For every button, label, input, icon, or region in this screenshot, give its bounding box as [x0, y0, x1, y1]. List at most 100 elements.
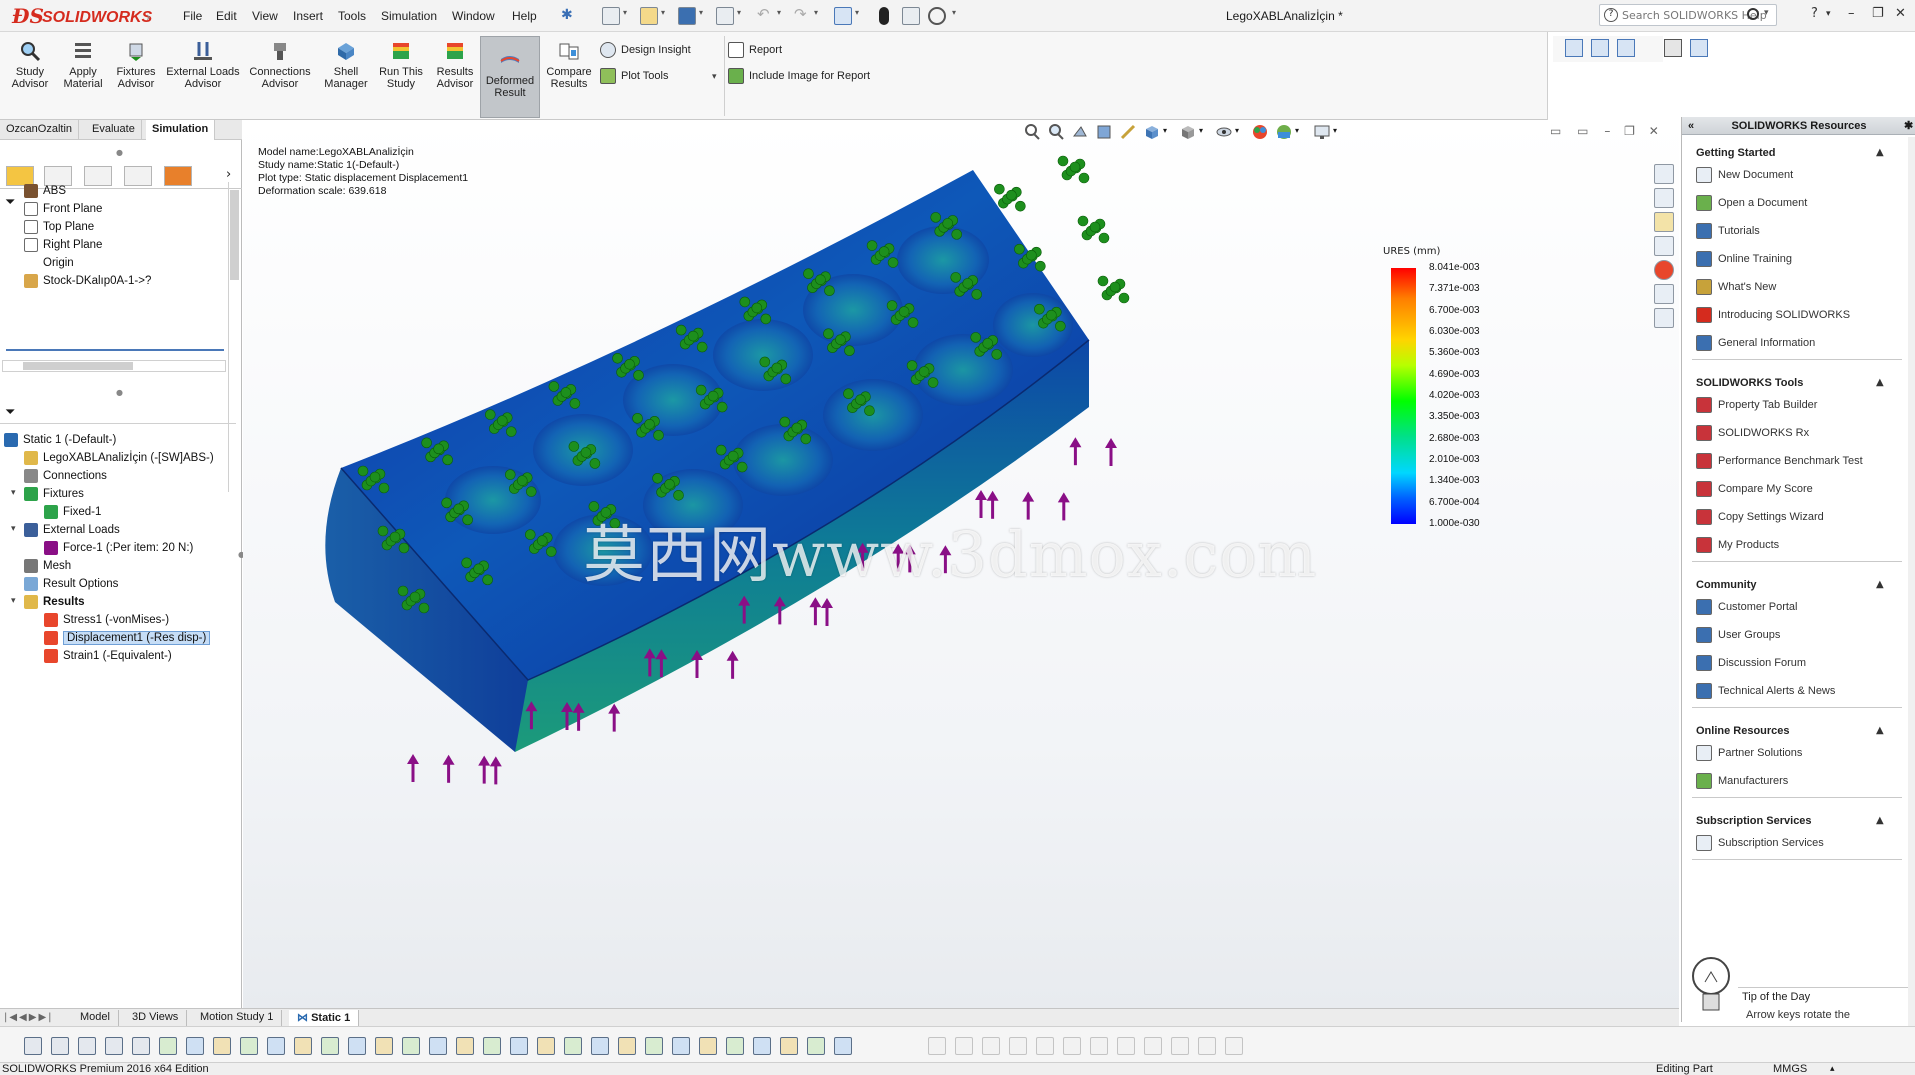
circle-icon[interactable]	[928, 1037, 946, 1055]
study-tree-item[interactable]: Connections	[24, 469, 107, 487]
select-arrow-icon[interactable]	[834, 7, 852, 25]
task-pane-section-title[interactable]: Getting Started	[1696, 147, 1775, 159]
menu-help[interactable]: Help	[512, 9, 537, 23]
graph-icon[interactable]	[402, 1037, 420, 1055]
task-pane-link[interactable]: General Information	[1696, 335, 1815, 351]
arc-icon[interactable]	[1009, 1037, 1027, 1055]
study-advisor-button[interactable]: Study Advisor	[4, 38, 56, 118]
sensor-icon[interactable]	[618, 1037, 636, 1055]
chevron-down-icon[interactable]: ▾	[855, 8, 859, 17]
sphere-icon[interactable]	[780, 1037, 798, 1055]
chevron-down-icon[interactable]: ▾	[699, 8, 703, 17]
task-pane-link[interactable]: Compare My Score	[1696, 481, 1813, 497]
expand-chevron-icon[interactable]: ▾	[11, 523, 16, 534]
appearances-icon[interactable]	[1654, 260, 1674, 280]
tab-ozcanozaltin[interactable]: OzcanOzaltin	[0, 120, 80, 140]
feature-tree-item[interactable]: Stock-DKalıp0A-1->?	[24, 274, 151, 292]
tab-simulation[interactable]: Simulation	[146, 120, 216, 140]
file-explorer-icon[interactable]	[1654, 212, 1674, 232]
task-pane-scrollbar[interactable]	[1908, 137, 1915, 1037]
task-pane-link[interactable]: Discussion Forum	[1696, 655, 1806, 671]
scrollbar-thumb[interactable]	[230, 190, 239, 280]
section-icon[interactable]	[429, 1037, 447, 1055]
results-advisor-button[interactable]: Results Advisor	[430, 38, 480, 118]
chevron-up-icon[interactable]: ▴	[1830, 1063, 1835, 1074]
deformed-part-mesh[interactable]	[325, 170, 1090, 752]
probe-icon[interactable]	[294, 1037, 312, 1055]
force-arrow[interactable]	[407, 754, 419, 782]
redo-icon[interactable]: ↷	[794, 5, 807, 23]
task-pane-link[interactable]: Online Training	[1696, 251, 1792, 267]
slot-icon[interactable]	[1036, 1037, 1054, 1055]
status-units[interactable]: MMGS	[1773, 1063, 1807, 1075]
print-icon[interactable]	[716, 7, 734, 25]
view-icon[interactable]	[1591, 39, 1609, 57]
task-pane-link[interactable]: Technical Alerts & News	[1696, 683, 1835, 699]
task-pane-link[interactable]: User Groups	[1696, 627, 1780, 643]
tab-motion-study-1[interactable]: Motion Study 1	[192, 1010, 283, 1026]
force-arrow[interactable]	[1105, 438, 1117, 466]
task-pane-section-title[interactable]: Online Resources	[1696, 725, 1790, 737]
menu-edit[interactable]: Edit	[216, 9, 237, 23]
menu-window[interactable]: Window	[452, 9, 495, 23]
traffic-light-icon[interactable]	[879, 7, 889, 25]
save-icon[interactable]	[678, 7, 696, 25]
chevron-down-icon[interactable]: ▾	[661, 8, 665, 17]
task-pane-link[interactable]: What's New	[1696, 279, 1776, 295]
pin-icon[interactable]: ✱	[1904, 117, 1913, 135]
splitter-handle[interactable]: ●	[116, 148, 123, 157]
feature-tree-item[interactable]: Right Plane	[24, 238, 102, 256]
study-tree-item[interactable]: ▾ Fixtures	[11, 487, 84, 505]
task-pane-link[interactable]: Property Tab Builder	[1696, 397, 1817, 413]
force-arrow[interactable]	[726, 650, 739, 679]
connections-advisor-button[interactable]: Connections Advisor	[246, 38, 314, 118]
chevron-down-icon[interactable]: ▾	[623, 8, 627, 17]
expand-chevron-icon[interactable]: ▾	[11, 487, 16, 498]
circle-icon[interactable]	[982, 1037, 1000, 1055]
include-image-button[interactable]: Include Image for Report	[728, 68, 870, 84]
feature-tree-item[interactable]: ABS	[24, 184, 66, 202]
menu-insert[interactable]: Insert	[293, 9, 323, 23]
tab-model[interactable]: Model	[72, 1010, 119, 1026]
compare-icon[interactable]	[510, 1037, 528, 1055]
pointer-icon[interactable]	[132, 1037, 150, 1055]
fixture-symbol[interactable]	[994, 183, 1026, 212]
line-icon[interactable]	[955, 1037, 973, 1055]
task-pane-link[interactable]: Manufacturers	[1696, 773, 1788, 789]
run-this-study-button[interactable]: Run This Study	[376, 38, 426, 118]
study-tree-item[interactable]: Strain1 (-Equivalent-)	[44, 649, 172, 667]
point-icon[interactable]	[159, 1037, 177, 1055]
trim-icon[interactable]	[1090, 1037, 1108, 1055]
axis-icon[interactable]	[186, 1037, 204, 1055]
rollback-bar[interactable]	[6, 349, 224, 351]
design-insight-button[interactable]: Design Insight	[600, 42, 691, 58]
home-icon[interactable]	[1654, 164, 1674, 184]
sensor-icon[interactable]	[456, 1037, 474, 1055]
force-arrow[interactable]	[608, 703, 621, 732]
arrow-icon[interactable]	[807, 1037, 825, 1055]
plot-tools-button[interactable]: Plot Tools	[600, 68, 669, 84]
task-pane-section-title[interactable]: Community	[1696, 579, 1757, 591]
tab-evaluate[interactable]: Evaluate	[86, 120, 142, 140]
study-tree-item[interactable]: Mesh	[24, 559, 71, 577]
feature-manager-tab-icon[interactable]	[6, 166, 34, 186]
pin-icon[interactable]	[834, 1037, 852, 1055]
feature-tree-item[interactable]: Origin	[24, 256, 74, 274]
shell-manager-button[interactable]: Shell Manager	[318, 38, 374, 118]
task-pane-link[interactable]: SOLIDWORKS Rx	[1696, 425, 1809, 441]
apply-material-button[interactable]: Apply Material	[58, 38, 108, 118]
chevron-down-icon[interactable]: ▾	[814, 8, 818, 17]
collapse-chevron-icon[interactable]: ▲	[1876, 725, 1884, 736]
configuration-manager-tab-icon[interactable]	[84, 166, 112, 186]
compare-results-button[interactable]: Compare Results	[542, 38, 596, 118]
fatigue-icon[interactable]	[699, 1037, 717, 1055]
box-icon[interactable]	[213, 1037, 231, 1055]
menu-file[interactable]: File	[183, 9, 202, 23]
result-icon[interactable]	[645, 1037, 663, 1055]
study-tree-item[interactable]: Fixed-1	[44, 505, 101, 523]
pin-icon[interactable]: ✱	[561, 7, 573, 23]
chevron-down-icon[interactable]: ▾	[1764, 8, 1769, 18]
open-icon[interactable]	[640, 7, 658, 25]
tab-3d-views[interactable]: 3D Views	[124, 1010, 188, 1026]
options-gear-icon[interactable]	[928, 7, 946, 25]
